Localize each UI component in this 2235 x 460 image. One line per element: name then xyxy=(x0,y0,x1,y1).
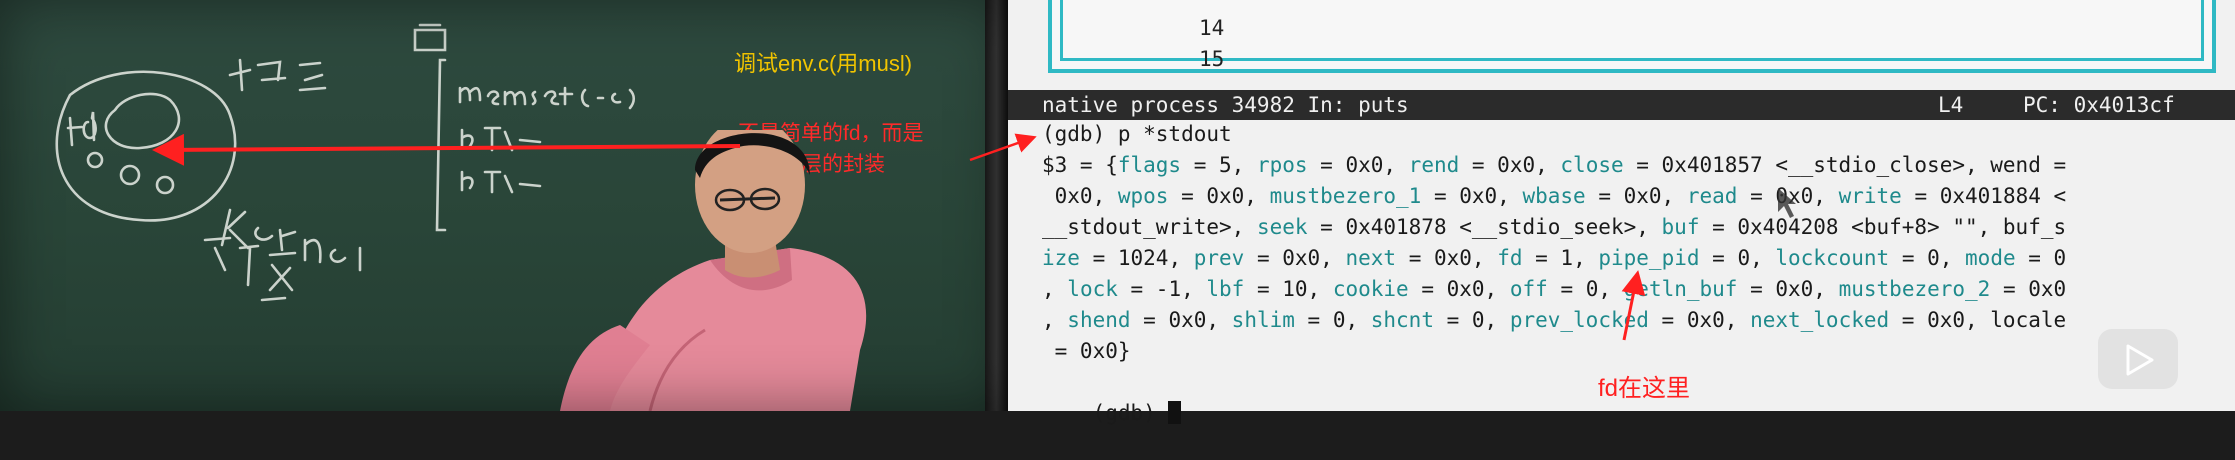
gdb-command: (gdb) p *stdout xyxy=(1042,122,1232,146)
gdb-output-line: , shend = 0x0, shlim = 0, shcnt = 0, pre… xyxy=(1042,308,2067,332)
gdb-output-line: = 0x0} xyxy=(1042,339,1131,363)
gdb-output-line: ize = 1024, prev = 0x0, next = 0x0, fd =… xyxy=(1042,246,2067,270)
text-cursor xyxy=(1168,401,1182,424)
gdb-output-line: 0x0, wpos = 0x0, mustbezero_1 = 0x0, wba… xyxy=(1042,184,2067,208)
gdb-prompt: (gdb) xyxy=(1092,401,1169,425)
gdb-terminal[interactable]: 14 15 native process 34982 In: puts L4 P… xyxy=(1008,0,2235,425)
source-window: 14 15 xyxy=(1048,0,2216,73)
gdb-output-line: $3 = {flags = 5, rpos = 0x0, rend = 0x0,… xyxy=(1042,153,2067,177)
source-line-number: 15 xyxy=(1199,47,1225,71)
process-status: native process 34982 In: puts xyxy=(1042,93,1409,117)
source-line-number: 14 xyxy=(1199,16,1225,40)
fd-annotation: fd在这里 xyxy=(1598,375,1691,402)
current-line-indicator: L4 xyxy=(1938,93,1964,117)
gdb-output-line: __stdout_write>, seek = 0x401878 <__stdi… xyxy=(1042,215,2067,239)
video-blackboard: 调试env.c(用musl) 不是简单的fd，而是 做了一层的封装 xyxy=(0,0,1008,411)
program-counter: PC: 0x4013cf xyxy=(2023,93,2175,117)
gdb-output-line: , lock = -1, lbf = 10, cookie = 0x0, off… xyxy=(1042,277,2067,301)
video-play-button[interactable] xyxy=(2098,329,2178,389)
gdb-prompt-line[interactable]: (gdb) xyxy=(1042,367,1182,460)
play-icon xyxy=(2126,344,2154,376)
status-bar: native process 34982 In: puts L4 PC: 0x4… xyxy=(1008,90,2235,120)
